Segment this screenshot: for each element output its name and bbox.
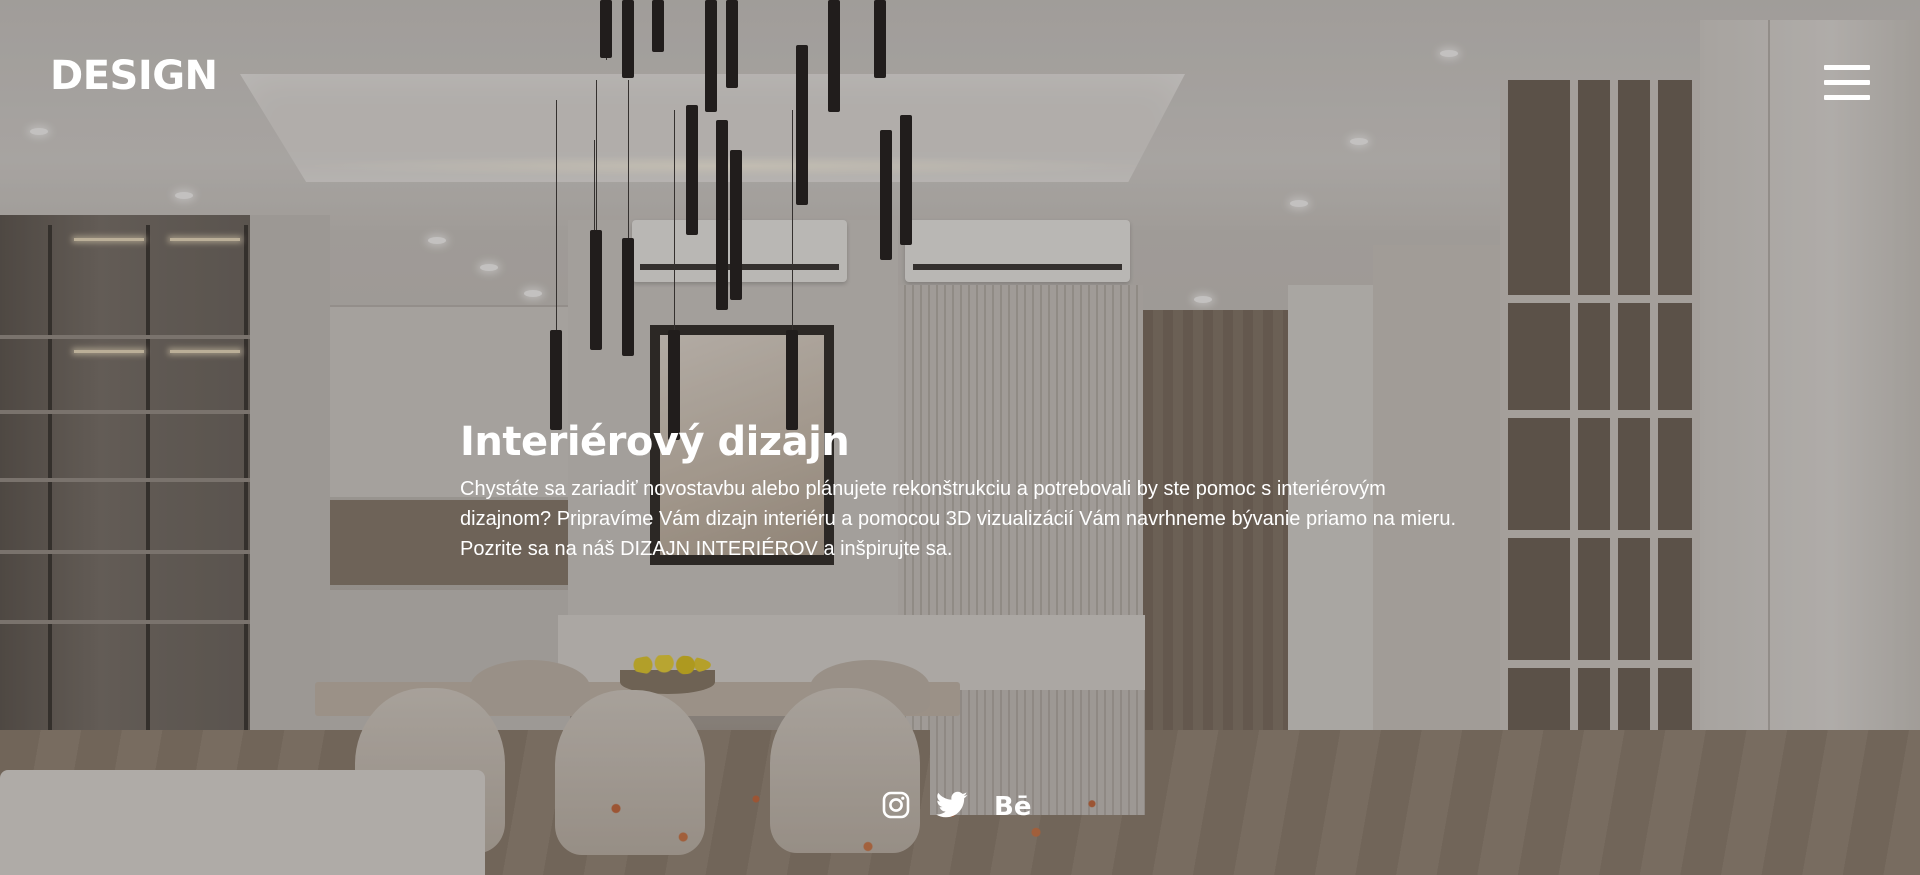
twitter-link[interactable] — [936, 791, 968, 824]
hero-section: Interiérový dizajn Chystáte sa zariadiť … — [460, 418, 1460, 564]
site-logo[interactable]: DESIGN — [50, 56, 218, 96]
hamburger-menu-icon — [1824, 65, 1870, 101]
page-title: Interiérový dizajn — [460, 419, 850, 465]
instagram-link[interactable] — [882, 791, 910, 824]
instagram-icon — [882, 791, 910, 818]
hero-description: Chystáte sa zariadiť novostavbu alebo pl… — [460, 478, 1457, 560]
behance-link[interactable]: Bē — [994, 792, 1031, 822]
behance-icon: Bē — [994, 792, 1032, 822]
menu-button[interactable] — [1824, 65, 1870, 101]
twitter-icon — [936, 791, 968, 817]
social-links: Bē — [882, 790, 1031, 824]
